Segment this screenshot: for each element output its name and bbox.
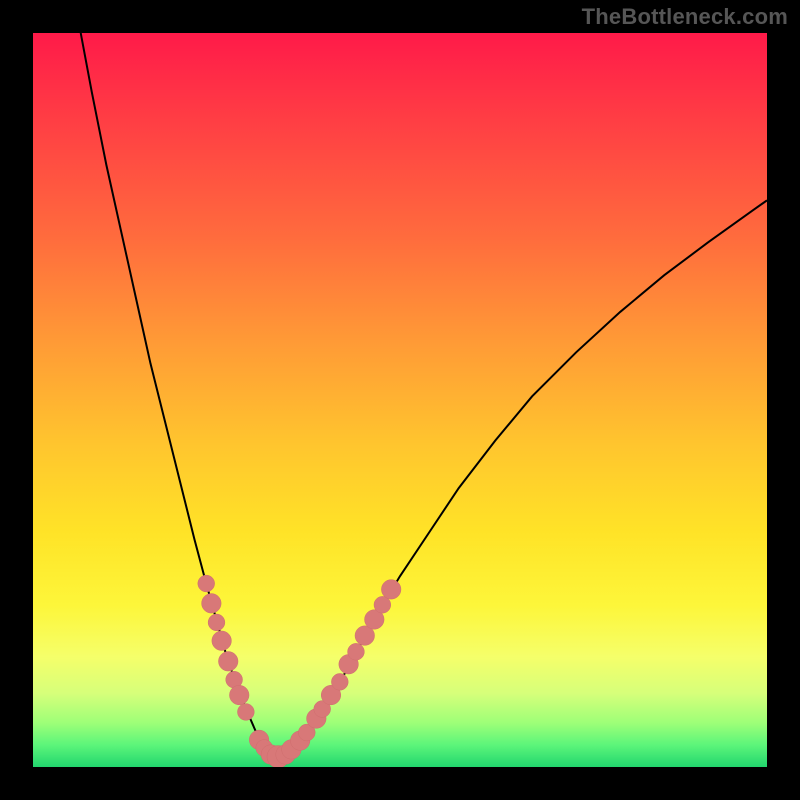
marker-point — [374, 596, 391, 613]
marker-point — [339, 654, 359, 674]
marker-point — [348, 643, 365, 660]
marker-point — [282, 740, 302, 760]
marker-point — [261, 745, 281, 765]
marker-point — [314, 701, 331, 718]
marker-point — [307, 709, 327, 729]
marker-point — [321, 685, 341, 705]
right-curve — [275, 200, 767, 757]
marker-point — [276, 745, 296, 765]
marker-point — [237, 704, 254, 721]
marker-point — [290, 731, 310, 751]
chart-frame: TheBottleneck.com — [0, 0, 800, 800]
marker-point — [381, 580, 401, 600]
marker-point — [198, 575, 215, 592]
marker-point — [331, 673, 348, 690]
left-curve — [81, 33, 276, 757]
curves-svg — [33, 33, 767, 767]
marker-point — [226, 671, 243, 688]
marker-point — [256, 740, 273, 757]
marker-point — [298, 724, 315, 741]
marker-point — [365, 610, 385, 630]
watermark-text: TheBottleneck.com — [582, 4, 788, 30]
marker-point — [229, 685, 249, 705]
marker-point — [249, 730, 269, 750]
marker-point — [202, 594, 222, 614]
marker-point — [267, 746, 289, 767]
marker-point — [212, 631, 232, 651]
plot-area — [33, 33, 767, 767]
marker-point — [355, 626, 375, 646]
marker-point — [208, 614, 225, 631]
marker-point — [218, 652, 238, 672]
marker-group — [198, 575, 401, 767]
